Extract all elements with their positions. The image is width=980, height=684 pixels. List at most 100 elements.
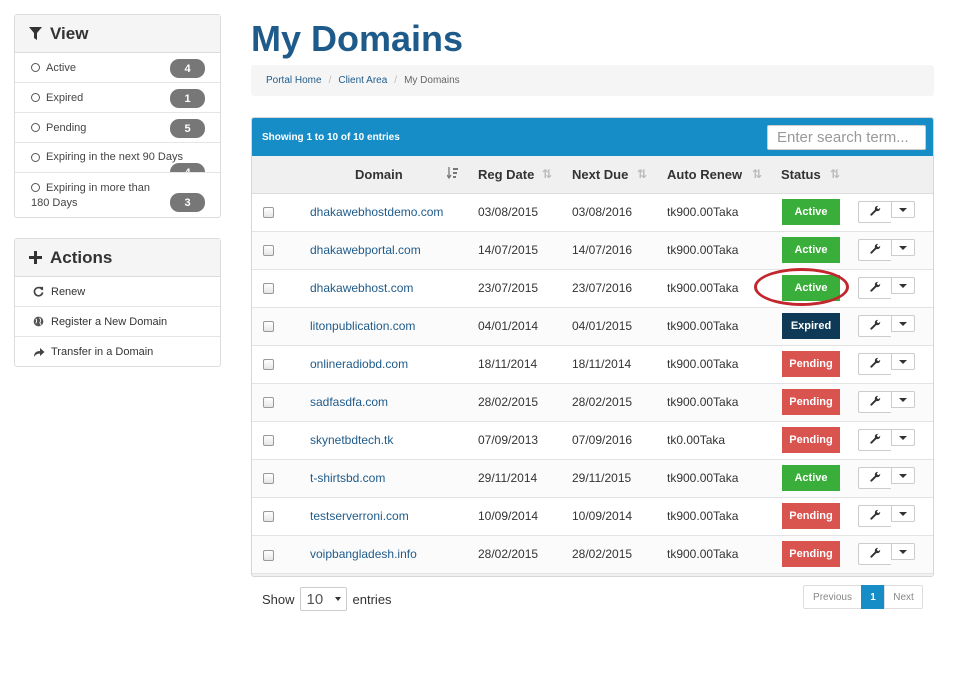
search-input[interactable] <box>767 124 926 150</box>
show-label: Show <box>262 591 295 607</box>
plus-icon <box>29 251 42 264</box>
domain-link[interactable]: sadfasdfa.com <box>310 395 388 409</box>
status-cell: Active <box>754 267 850 307</box>
next-due-cell: 18/11/2014 <box>572 357 632 371</box>
row-checkbox[interactable] <box>263 283 274 295</box>
row-dropdown-toggle[interactable] <box>891 543 915 561</box>
domain-link[interactable]: litonpublication.com <box>310 319 415 333</box>
count-badge: 3 <box>170 193 205 212</box>
row-checkbox[interactable] <box>263 359 274 371</box>
row-checkbox[interactable] <box>263 321 274 333</box>
domain-link[interactable]: skynetbdtech.tk <box>310 433 393 447</box>
pagination: Previous 1 Next <box>803 585 923 609</box>
radio-icon <box>31 93 40 102</box>
count-badge: 1 <box>170 89 205 108</box>
row-checkbox[interactable] <box>263 397 274 409</box>
row-checkbox[interactable] <box>263 511 274 523</box>
status-badge: Pending <box>782 389 840 415</box>
view-filter-pending[interactable]: Pending 5 <box>15 113 220 143</box>
auto-renew-column-header[interactable]: Auto Renew ⇅ <box>657 156 772 194</box>
reg-date-cell: 10/09/2014 <box>478 509 539 523</box>
row-dropdown-toggle[interactable] <box>891 277 915 294</box>
row-checkbox[interactable] <box>263 245 274 257</box>
row-actions-cell <box>850 345 933 383</box>
manage-domain-button[interactable] <box>858 277 891 299</box>
manage-domain-button[interactable] <box>858 353 891 375</box>
view-panel: View Active 4 Expired 1 Pending 5 Expiri… <box>14 14 221 218</box>
status-cell: Pending <box>772 421 850 459</box>
row-dropdown-toggle[interactable] <box>891 201 915 218</box>
row-dropdown-toggle[interactable] <box>891 315 915 332</box>
view-filter-active[interactable]: Active 4 <box>15 53 220 83</box>
status-badge: Active <box>782 465 840 491</box>
domain-link[interactable]: testserverroni.com <box>310 509 409 523</box>
reg-date-cell: 03/08/2015 <box>478 205 539 219</box>
manage-domain-button[interactable] <box>858 429 891 451</box>
row-checkbox-cell <box>252 269 310 307</box>
page-1-button[interactable]: 1 <box>861 585 885 609</box>
manage-domain-button[interactable] <box>858 543 891 566</box>
count-badge: 5 <box>170 119 205 138</box>
auto-renew-cell: tk900.00Taka <box>667 243 739 257</box>
manage-domain-button[interactable] <box>858 315 891 337</box>
auto-renew-cell: tk900.00Taka <box>667 547 739 562</box>
domain-link[interactable]: dhakawebportal.com <box>310 243 421 257</box>
table-footer-strip <box>252 573 933 576</box>
manage-domain-button[interactable] <box>858 239 891 261</box>
caret-down-icon <box>899 473 907 478</box>
row-checkbox[interactable] <box>263 207 274 219</box>
status-badge: Pending <box>782 351 840 377</box>
table-row: t-shirtsbd.com 29/11/2014 29/11/2015 tk900.… <box>252 459 933 497</box>
renew-action[interactable]: Renew <box>15 277 220 307</box>
row-dropdown-toggle[interactable] <box>891 239 915 256</box>
domain-link[interactable]: onlineradiobd.com <box>310 357 408 371</box>
domain-cell: t-shirtsbd.com <box>310 459 468 497</box>
manage-domain-button[interactable] <box>858 391 891 413</box>
status-column-header[interactable]: Status ⇅ <box>772 156 850 194</box>
action-label: Register a New Domain <box>51 315 168 328</box>
manage-domain-button[interactable] <box>858 467 891 489</box>
previous-page-button[interactable]: Previous <box>803 585 862 609</box>
row-checkbox[interactable] <box>263 473 274 485</box>
table-row: sadfasdfa.com 28/02/2015 28/02/2015 tk900.0… <box>252 383 933 421</box>
row-dropdown-toggle[interactable] <box>891 353 915 370</box>
status-badge: Active <box>782 199 840 225</box>
domain-link[interactable]: dhakawebhost.com <box>310 281 413 295</box>
caret-down-icon <box>899 549 907 554</box>
next-due-cell: 14/07/2016 <box>572 243 633 257</box>
domain-link[interactable]: dhakawebhostdemo.com <box>310 205 443 219</box>
domain-link[interactable]: voipbangladesh.info <box>310 547 417 561</box>
domain-column-header[interactable]: Domain <box>310 156 468 194</box>
view-filter-expiring-180[interactable]: Expiring in more than 180 Days 3 <box>15 173 220 218</box>
column-label: Domain <box>355 166 403 182</box>
row-dropdown-toggle[interactable] <box>891 391 915 408</box>
table-row: dhakawebportal.com 14/07/2015 14/07/2016 tk… <box>252 231 933 269</box>
row-dropdown-toggle[interactable] <box>891 505 915 522</box>
showing-entries-text: Showing 1 to 10 of 10 entries <box>262 131 400 143</box>
caret-down-icon <box>899 321 907 326</box>
transfer-domain-action[interactable]: Transfer in a Domain <box>15 337 220 367</box>
domain-cell: dhakawebhostdemo.com <box>310 193 468 231</box>
row-checkbox[interactable] <box>263 435 274 447</box>
reg-date-column-header[interactable]: Reg Date ⇅ <box>468 156 562 194</box>
register-domain-action[interactable]: Register a New Domain <box>15 307 220 337</box>
wrench-icon <box>869 509 881 523</box>
next-due-column-header[interactable]: Next Due ⇅ <box>562 156 657 194</box>
row-checkbox-cell <box>252 421 310 459</box>
view-filter-expired[interactable]: Expired 1 <box>15 83 220 113</box>
row-checkbox-cell <box>252 345 310 383</box>
view-filter-expiring-90[interactable]: Expiring in the next 90 Days 4 <box>15 143 220 173</box>
row-dropdown-toggle[interactable] <box>891 467 915 484</box>
breadcrumb-client-area[interactable]: Client Area <box>338 75 387 86</box>
domain-link[interactable]: t-shirtsbd.com <box>310 471 385 485</box>
manage-domain-button[interactable] <box>858 201 891 223</box>
row-dropdown-toggle[interactable] <box>891 429 915 446</box>
caret-down-icon <box>899 245 907 250</box>
page-size-select[interactable]: 10 <box>299 587 347 611</box>
reg-date-cell: 28/02/2015 <box>478 547 539 562</box>
manage-domain-button[interactable] <box>858 505 891 527</box>
table-row: dhakawebhostdemo.com 03/08/2015 03/08/2016… <box>252 193 933 231</box>
next-page-button[interactable]: Next <box>884 585 923 609</box>
row-checkbox[interactable] <box>263 549 274 561</box>
breadcrumb-portal-home[interactable]: Portal Home <box>266 75 322 86</box>
